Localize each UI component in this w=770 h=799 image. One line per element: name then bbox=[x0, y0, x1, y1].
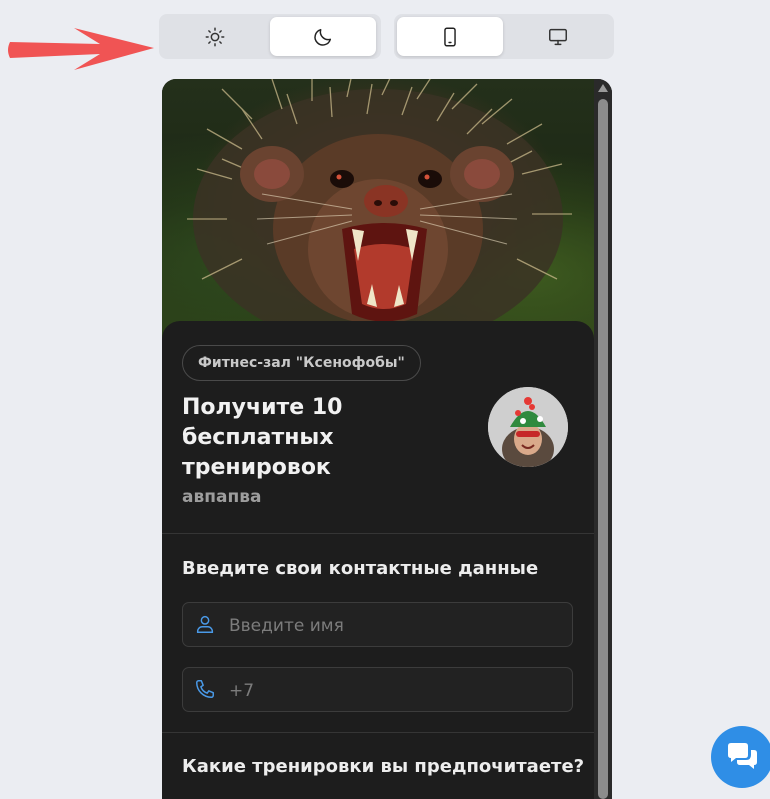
phone-icon bbox=[444, 27, 456, 46]
offer-subtitle: авпапва bbox=[182, 487, 262, 507]
avatar bbox=[488, 387, 568, 467]
chat-button[interactable] bbox=[711, 726, 770, 788]
scrollbar-thumb[interactable] bbox=[598, 99, 608, 799]
sun-icon bbox=[205, 27, 225, 46]
chat-bubbles-icon bbox=[728, 743, 757, 769]
hero-image bbox=[162, 79, 594, 339]
hedgehog-illustration bbox=[187, 79, 572, 339]
training-question-heading: Какие тренировки вы предпочитаете? bbox=[182, 756, 585, 777]
dark-theme-button[interactable] bbox=[270, 17, 376, 56]
company-badge: Фитнес-зал "Ксенофобы" bbox=[182, 345, 421, 381]
desktop-view-button[interactable] bbox=[505, 17, 611, 56]
offer-card: Фитнес-зал "Ксенофобы" Получите 10 беспл… bbox=[162, 321, 594, 799]
annotation-arrow bbox=[8, 28, 154, 70]
name-field[interactable] bbox=[182, 602, 573, 648]
scrollbar[interactable] bbox=[594, 79, 612, 799]
phone-field[interactable] bbox=[182, 667, 573, 713]
mobile-view-button[interactable] bbox=[397, 17, 503, 56]
theme-toggle bbox=[159, 14, 381, 59]
divider bbox=[162, 732, 594, 733]
offer-title: Получите 10 бесплатных тренировок bbox=[182, 395, 343, 480]
user-icon bbox=[196, 615, 214, 633]
phone-handset-icon bbox=[196, 680, 214, 698]
scroll-up-arrow-icon[interactable] bbox=[598, 84, 608, 92]
contact-heading: Введите свои контактные данные bbox=[182, 558, 539, 579]
moon-icon bbox=[314, 28, 332, 46]
light-theme-button[interactable] bbox=[162, 17, 268, 56]
phone-input[interactable] bbox=[227, 668, 561, 713]
name-input[interactable] bbox=[227, 603, 561, 648]
mobile-preview: Фитнес-зал "Ксенофобы" Получите 10 беспл… bbox=[162, 79, 612, 799]
device-toggle bbox=[394, 14, 614, 59]
divider bbox=[162, 533, 594, 534]
monitor-icon bbox=[549, 28, 567, 45]
